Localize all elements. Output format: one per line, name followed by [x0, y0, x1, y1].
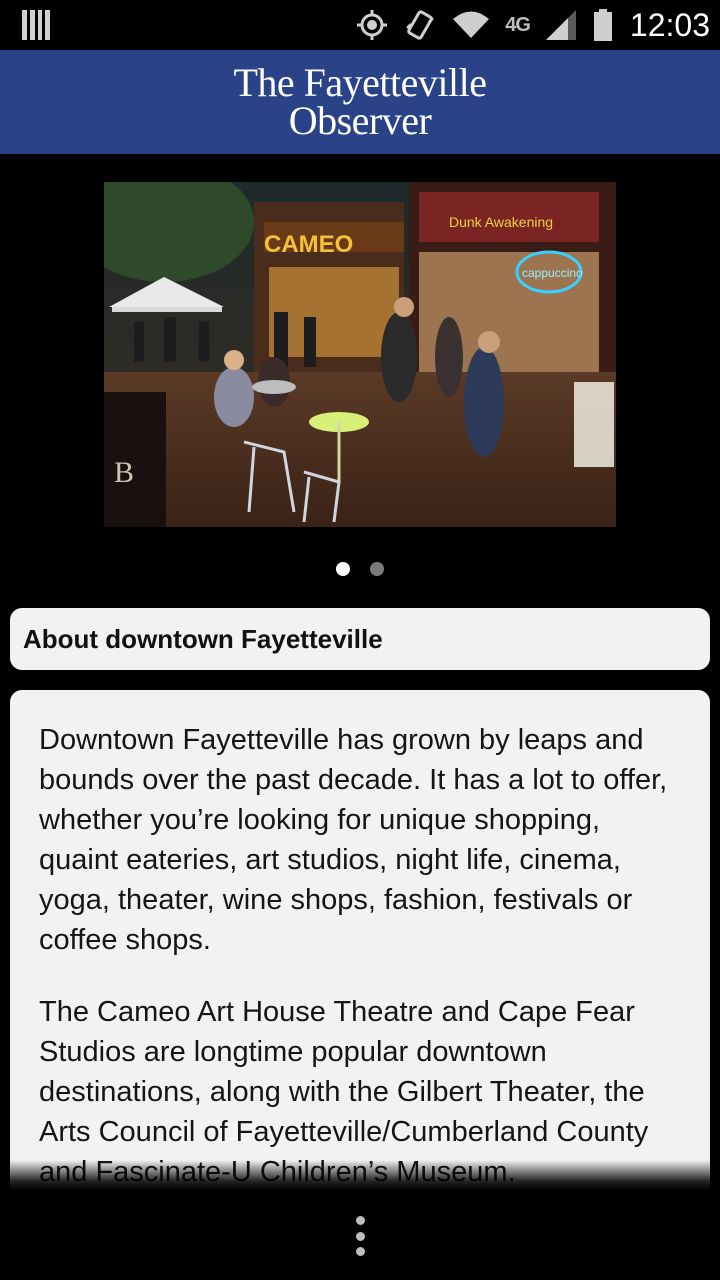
svg-text:cappuccino: cappuccino	[522, 266, 583, 280]
section-title: About downtown Fayetteville	[23, 623, 383, 654]
svg-text:B: B	[114, 456, 134, 489]
wifi-icon	[453, 11, 490, 38]
scroll-fade	[0, 1160, 720, 1190]
article-body: Downtown Fayetteville has grown by leaps…	[10, 690, 710, 1190]
masthead-banner: The Fayetteville Observer	[0, 50, 720, 154]
gallery-pager	[0, 562, 720, 580]
gallery-image[interactable]: CAMEO Dunk Awakening cappuccino B	[104, 182, 616, 527]
clock: 12:03	[629, 6, 710, 43]
battery-icon	[593, 9, 612, 41]
status-icons: 4G 12:03	[355, 0, 710, 50]
masthead-line-1: The Fayetteville	[233, 60, 487, 105]
bottom-bar	[0, 1190, 720, 1280]
network-type-label: 4G	[505, 13, 531, 36]
vibrate-icon	[406, 10, 435, 40]
pager-dot-2[interactable]	[370, 562, 384, 576]
downtown-street-photo: CAMEO Dunk Awakening cappuccino B	[104, 182, 616, 527]
masthead-logo: The Fayetteville Observer	[233, 60, 487, 143]
svg-text:Dunk Awakening: Dunk Awakening	[449, 214, 553, 230]
overflow-menu-icon[interactable]	[352, 1216, 368, 1256]
article-paragraph-1: Downtown Fayetteville has grown by leaps…	[39, 724, 668, 956]
section-header[interactable]: About downtown Fayetteville	[10, 608, 710, 670]
notification-bars-icon	[22, 10, 50, 40]
status-bar: 4G 12:03	[0, 0, 720, 50]
masthead-line-2: Observer	[288, 98, 432, 143]
gps-icon	[357, 10, 388, 40]
pager-dot-1[interactable]	[336, 562, 350, 576]
signal-icon	[545, 10, 576, 40]
svg-text:CAMEO: CAMEO	[264, 231, 353, 258]
